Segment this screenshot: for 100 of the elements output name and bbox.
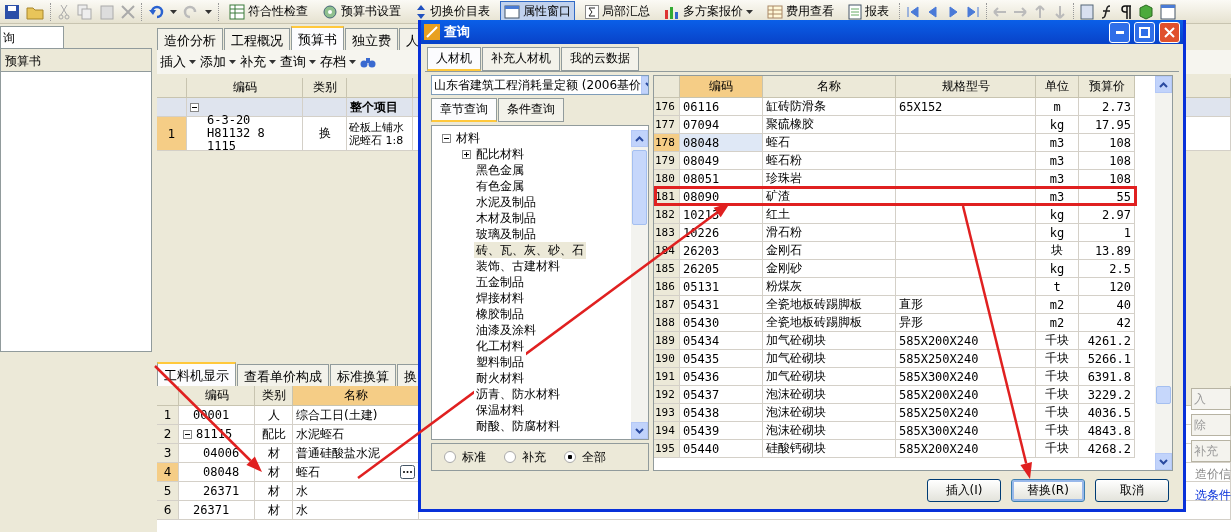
menu-button[interactable]: 补充 (240, 53, 276, 71)
scroll-up-icon[interactable] (1159, 81, 1168, 88)
expander-icon[interactable] (462, 149, 471, 159)
scrollbar[interactable] (1155, 76, 1172, 470)
tree-item[interactable]: 水泥及制品 (474, 193, 538, 211)
tab[interactable]: 标准换算 (330, 364, 396, 386)
window-icon (504, 3, 520, 20)
toolbar-button[interactable]: 费用查看 (763, 1, 838, 22)
table-cell: 4843.8 (1079, 422, 1135, 440)
scrollbar-thumb[interactable] (632, 150, 647, 225)
tree-item[interactable]: 耐酸、防腐材料 (474, 417, 562, 435)
minimize-icon (1115, 30, 1124, 34)
tab[interactable]: 补充人材机 (482, 47, 560, 71)
navigation-icon[interactable] (946, 4, 960, 19)
table-cell: 蛭石粉 (763, 152, 896, 170)
minimize-button[interactable] (1109, 21, 1130, 43)
table-cell: 千块 (1036, 350, 1079, 368)
radio-label[interactable]: 标准 (462, 448, 486, 466)
table-cell: 585X250X240 (896, 404, 1036, 422)
row-number: 186 (654, 278, 680, 296)
library-dropdown[interactable]: 山东省建筑工程消耗量定额 (2006基价 (431, 75, 649, 95)
expander-icon[interactable] (442, 133, 451, 143)
table-cell: 综合工日(土建) (296, 406, 378, 424)
table-cell: 异形 (896, 314, 1036, 332)
table-cell: 加气砼砌块 (763, 350, 896, 368)
table-cell: 07094 (680, 116, 763, 134)
tree-item[interactable]: 配比材料 (474, 145, 526, 163)
menu-button[interactable]: 添加 (200, 53, 236, 71)
radio-button[interactable] (564, 451, 576, 463)
tree-item[interactable]: 沥青、防水材料 (474, 385, 562, 403)
link[interactable]: 造价信 (1195, 466, 1231, 483)
toolbar-button[interactable]: 多方案报价 (660, 1, 757, 22)
tab[interactable]: 预算书 (291, 26, 344, 50)
tab[interactable]: 独立费 (345, 28, 398, 50)
toolbar-button[interactable]: 预算书设置 (318, 1, 405, 22)
table-cell: 05437 (680, 386, 763, 404)
tree-item[interactable]: 油漆及涂料 (474, 321, 538, 339)
toolbar-button[interactable]: 切换价目表 (411, 1, 494, 22)
row-number: 1 (157, 406, 179, 425)
tree-item[interactable]: 材料 (454, 129, 482, 147)
panel-tab[interactable]: 询 (0, 26, 64, 48)
column-header: 名称 (293, 386, 419, 406)
table-cell: 05131 (680, 278, 763, 296)
expander-icon[interactable] (183, 429, 192, 439)
dialog-button[interactable]: 替换(R) (1011, 479, 1085, 502)
table-cell: 17.95 (1079, 116, 1135, 134)
row-number: 176 (654, 98, 680, 116)
navigation-icon[interactable] (906, 4, 920, 19)
pilcrow-icon[interactable] (1120, 3, 1132, 20)
table-cell: m2 (1036, 296, 1079, 314)
table-cell: 26371 (203, 484, 240, 498)
maximize-button[interactable] (1134, 21, 1155, 43)
dialog-button[interactable]: 插入(I) (927, 479, 1001, 502)
toolbar-button[interactable]: 符合性检查 (225, 1, 312, 22)
tree-item[interactable]: 砖、瓦、灰、砂、石 (474, 241, 586, 259)
cut-icon[interactable] (57, 3, 71, 20)
tab[interactable]: 造价分析 (157, 28, 223, 50)
window-icon[interactable] (1160, 3, 1176, 20)
row-number: 5 (157, 482, 179, 501)
save-icon[interactable] (4, 3, 20, 20)
tab[interactable]: 章节查询 (431, 98, 497, 122)
scroll-up-icon[interactable] (635, 135, 644, 142)
dialog-button[interactable]: 取消 (1095, 479, 1169, 502)
close-button[interactable] (1159, 21, 1180, 43)
menu-button[interactable]: 插入 (160, 53, 196, 71)
toolbar-button[interactable]: 局部汇总 (581, 1, 654, 22)
tab[interactable]: 查看单价构成 (237, 364, 329, 386)
scroll-down-icon[interactable] (1159, 458, 1168, 465)
tab[interactable]: 工程概况 (224, 28, 290, 50)
table-cell: 08048 (203, 465, 240, 479)
tab[interactable]: 我的云数据 (561, 47, 639, 71)
header-cell (654, 76, 680, 98)
table-cell: 水 (296, 501, 308, 519)
more-icon[interactable] (400, 465, 415, 479)
expander-icon[interactable] (190, 102, 199, 112)
scrollbar-thumb[interactable] (1156, 386, 1171, 404)
table-cell: kg (1036, 260, 1079, 278)
cube-icon[interactable] (1138, 3, 1154, 20)
radio-button[interactable] (504, 451, 516, 463)
menu-button[interactable]: 存档 (320, 53, 356, 71)
navigation-icon[interactable] (966, 4, 980, 19)
column-header: 单位 (1036, 76, 1079, 98)
scroll-down-icon[interactable] (635, 427, 644, 434)
tab[interactable]: 条件查询 (498, 98, 564, 122)
table-cell: 585X300X240 (896, 422, 1036, 440)
toolbar-button[interactable]: 报表 (844, 1, 893, 22)
row-number: 178 (654, 134, 680, 152)
close-icon[interactable] (121, 4, 135, 19)
undo-icon[interactable] (148, 3, 164, 20)
radio-label[interactable]: 补充 (522, 448, 546, 466)
binoculars-icon[interactable] (360, 55, 376, 69)
scrollbar[interactable] (631, 130, 648, 439)
radio-label[interactable]: 全部 (582, 448, 606, 466)
tab[interactable]: 人材机 (427, 47, 481, 71)
table-cell: 蛭石 (763, 134, 896, 152)
toolbar-button[interactable]: 属性窗口 (500, 1, 575, 22)
calculator-icon[interactable] (1080, 3, 1094, 20)
radio-button[interactable] (444, 451, 456, 463)
menu-button[interactable]: 查询 (280, 53, 316, 71)
navigation-icon[interactable] (926, 4, 940, 19)
